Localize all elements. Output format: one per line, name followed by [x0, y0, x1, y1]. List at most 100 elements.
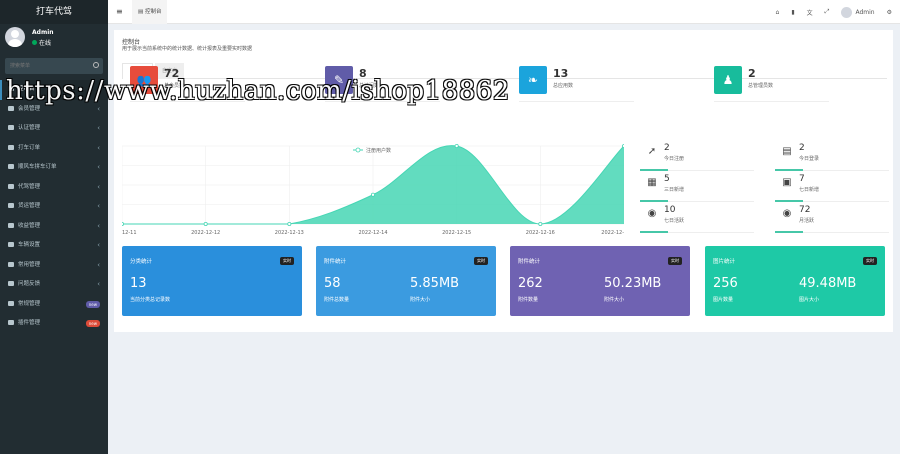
sidebar-item-label: 代驾管理	[18, 183, 41, 190]
header-actions: ⌂ ▮ 文 ⤢ Admin ⚙	[776, 0, 892, 24]
header-admin-name: Admin	[855, 8, 875, 16]
chevron-left-icon: ‹	[97, 260, 100, 269]
realtime-badge: 实时	[474, 257, 488, 265]
top-header: ≡ ▤ 控制台 ⌂ ▮ 文 ⤢ Admin ⚙	[108, 0, 900, 24]
search-input[interactable]	[5, 58, 85, 74]
sidebar-item-3[interactable]: 打车订单 ‹	[0, 139, 108, 159]
mini-stat-label: 七日活跃	[664, 218, 685, 224]
x-tick-label: 2022-12-15	[442, 230, 471, 236]
mini-stat-value: 5	[664, 174, 670, 184]
mini-stat-bar	[640, 200, 668, 202]
mini-stat-bar	[640, 231, 668, 233]
avatar	[5, 27, 25, 47]
card-value-2: 50.23MB	[604, 276, 662, 291]
menu-toggle-icon[interactable]: ≡	[116, 7, 123, 16]
sidebar-item-11[interactable]: 常规管理 new	[0, 295, 108, 315]
new-badge: new	[85, 320, 100, 327]
trash-icon[interactable]: ▮	[791, 9, 794, 16]
sidebar-item-5[interactable]: 代驾管理 ‹	[0, 178, 108, 198]
mini-stat: ➚ 2 今日注册	[640, 142, 754, 171]
sidebar-item-8[interactable]: 车辆设置 ‹	[0, 236, 108, 256]
sidebar-item-label: 车辆设置	[18, 242, 41, 248]
sidebar-item-6[interactable]: 货运管理 ‹	[0, 197, 108, 217]
stat-label: 总管理员数	[748, 83, 774, 89]
summary-card: 附件统计 实时 58 附件总数量 5.85MB 附件大小	[316, 246, 496, 316]
stat-label: 总应用数	[553, 83, 574, 89]
card-value-1: 58	[324, 276, 341, 291]
rocket-icon: ➚	[647, 146, 657, 157]
sidebar-item-label: 货运管理	[18, 203, 41, 209]
mini-stat-value: 2	[664, 143, 670, 153]
card-label-1: 图片数量	[713, 297, 734, 303]
calendar-plus-icon: ▣	[782, 177, 792, 188]
sidebar-menu: 控制台 会员管理 ‹ 认证管理 ‹ 打车订单 ‹ 顺风车拼车订单 ‹ 代驾管理 ‹ 货运管理 ‹ 收益管理…	[0, 80, 108, 334]
admin-menu[interactable]: Admin	[841, 6, 875, 18]
summary-card: 图片统计 实时 256 图片数量 49.48MB 图片大小	[705, 246, 885, 316]
data-point	[370, 192, 375, 197]
mini-stat-label: 今日注册	[664, 156, 685, 162]
sidebar-item-7[interactable]: 收益管理 ‹	[0, 217, 108, 237]
sidebar-item-label: 常规管理	[18, 300, 41, 307]
sidebar-search	[5, 58, 103, 74]
sidebar-item-label: 问题反馈	[18, 281, 41, 287]
sidebar-item-4[interactable]: 顺风车拼车订单 ‹	[0, 158, 108, 178]
user-panel: Admin 在线	[0, 24, 108, 54]
sidebar-item-label: 插件管理	[18, 320, 41, 326]
mini-stat-value: 7	[799, 174, 805, 184]
mini-stat-label: 七日新增	[799, 187, 820, 193]
card-label-2: 附件大小	[604, 297, 625, 303]
data-point	[538, 222, 543, 227]
mini-stat: ▤ 2 今日登录	[775, 142, 889, 171]
fullscreen-icon[interactable]: ⤢	[825, 8, 830, 16]
menu-item-icon	[8, 203, 14, 208]
x-tick-label: 2022-12-13	[275, 230, 304, 236]
sidebar: 打车代驾 Admin 在线 控制台会员管理‹认证管理‹打车订单‹顺风车拼车订单‹…	[0, 0, 108, 454]
card-title: 附件统计	[518, 259, 541, 265]
tab-dashboard[interactable]: ▤ 控制台	[132, 0, 168, 24]
sidebar-item-12[interactable]: 插件管理 new	[0, 314, 108, 334]
mini-stat-value: 2	[799, 143, 805, 153]
chevron-left-icon: ‹	[97, 280, 100, 288]
menu-item-icon	[8, 222, 14, 228]
user-status: 在线	[32, 38, 51, 47]
sidebar-item-label: 收益管理	[18, 222, 41, 229]
data-point	[622, 144, 624, 148]
user-name: Admin	[32, 29, 54, 36]
stat-value: 13	[553, 67, 569, 80]
app-logo-title[interactable]: 打车代驾	[0, 0, 108, 24]
sidebar-item-2[interactable]: 认证管理 ‹	[0, 119, 108, 139]
mini-stat: ▦ 5 三日新增	[640, 173, 754, 202]
menu-item-icon	[8, 105, 14, 111]
chevron-left-icon: ‹	[97, 182, 100, 191]
language-icon[interactable]: 文	[807, 8, 813, 17]
user-icon: ♟	[714, 66, 742, 94]
home-icon[interactable]: ⌂	[776, 9, 780, 16]
realtime-badge: 实时	[668, 257, 682, 265]
sidebar-item-9[interactable]: 常用管理 ‹	[0, 256, 108, 276]
menu-item-icon	[8, 281, 14, 286]
sidebar-item-label: 常用管理	[18, 261, 41, 268]
mini-stat-bar	[775, 169, 803, 171]
registration-chart: 12-11 2022-12-12 2022-12-13 2022-12-14 2022-…	[122, 144, 624, 236]
mini-stat-label: 月活跃	[799, 218, 815, 224]
sidebar-item-10[interactable]: 问题反馈 ‹	[0, 275, 108, 295]
stat-apps: ❧ 13 总应用数	[519, 66, 634, 102]
chevron-left-icon: ‹	[97, 163, 100, 171]
x-tick-label: 2022-12-	[601, 230, 624, 236]
mini-stat-bar	[775, 231, 803, 233]
summary-card: 附件统计 实时 262 附件数量 50.23MB 附件大小	[510, 246, 690, 316]
card-label-1: 当前分类总记录数	[130, 297, 171, 303]
search-icon[interactable]	[93, 62, 99, 68]
data-point	[287, 222, 292, 227]
settings-icon[interactable]: ⚙	[887, 9, 892, 16]
card-label-1: 附件数量	[518, 297, 539, 303]
mini-stat: ▣ 7 七日新增	[775, 173, 889, 202]
legend-marker	[355, 147, 361, 153]
menu-item-icon	[8, 242, 14, 247]
card-label-2: 附件大小	[410, 297, 431, 303]
summary-card: 分类统计 实时 13 当前分类总记录数	[122, 246, 302, 316]
header-avatar	[841, 6, 853, 18]
x-tick-label: 2022-12-16	[526, 230, 555, 236]
tab-dashboard-label: 控制台	[144, 9, 162, 15]
card-title: 分类统计	[130, 259, 153, 265]
